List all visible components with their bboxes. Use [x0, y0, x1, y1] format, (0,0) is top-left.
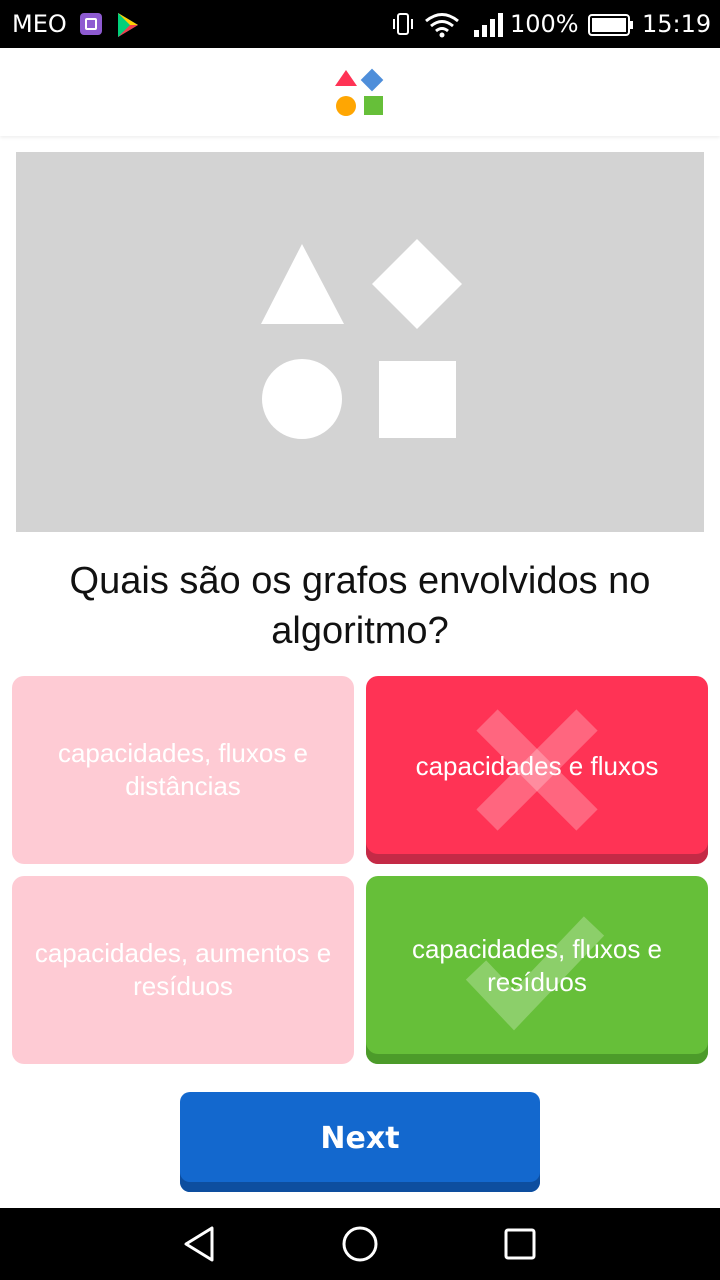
answer-option-3[interactable]: capacidades, aumentos e resíduos [12, 876, 354, 1064]
carrier-name: MEO [12, 10, 67, 38]
answer-label: capacidades, fluxos e distâncias [57, 738, 309, 801]
app-header [0, 48, 720, 136]
shapes-placeholder-icon [261, 239, 462, 439]
question-image [16, 152, 704, 532]
answer-option-1[interactable]: capacidades, fluxos e distâncias [12, 676, 354, 864]
back-icon[interactable] [178, 1222, 222, 1266]
play-store-icon [118, 13, 138, 37]
gallery-icon [80, 13, 102, 35]
vibrate-icon [393, 13, 413, 35]
signal-icon [474, 13, 503, 37]
answer-option-4[interactable]: capacidades, fluxos e resíduos [366, 876, 708, 1064]
answer-label: capacidades, aumentos e resíduos [34, 938, 332, 1001]
clock: 15:19 [642, 10, 712, 38]
shapes-logo-icon [335, 68, 384, 116]
answer-label: capacidades, fluxos e resíduos [411, 934, 663, 997]
answer-option-2[interactable]: capacidades e fluxos [366, 676, 708, 864]
battery-icon [588, 14, 633, 36]
battery-percent: 100% [510, 10, 579, 38]
wifi-icon [425, 13, 459, 38]
next-button[interactable]: Next [180, 1092, 540, 1192]
answer-label: capacidades e fluxos [415, 750, 659, 781]
recent-apps-icon[interactable] [498, 1222, 542, 1266]
question-text: Quais são os grafos envolvidos no algori… [69, 560, 651, 652]
home-icon[interactable] [338, 1222, 382, 1266]
navigation-bar [0, 1208, 720, 1280]
status-bar: MEO 100% 15:19 [0, 0, 720, 48]
